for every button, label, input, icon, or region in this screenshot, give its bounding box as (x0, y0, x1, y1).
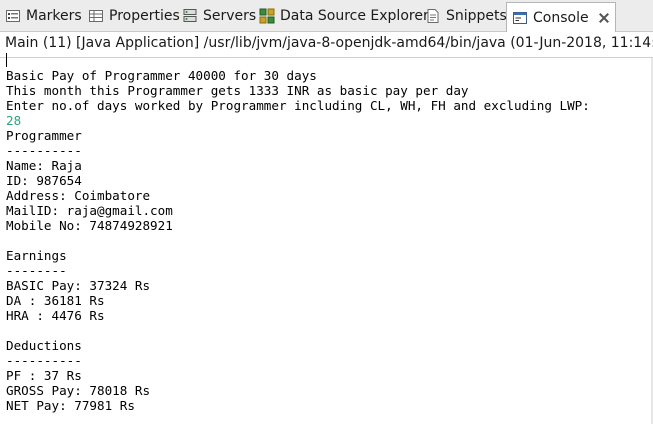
console-icon (512, 10, 528, 26)
close-icon[interactable] (599, 13, 609, 23)
console-line: ID: 987654 (6, 173, 82, 188)
tab-label: Markers (26, 8, 82, 24)
console-line: MailID: raja@gmail.com (6, 203, 173, 218)
console-line: ---------- (6, 353, 82, 368)
properties-icon (88, 8, 104, 24)
console-line: Programmer (6, 128, 82, 143)
tab-label: Snippets (446, 8, 507, 24)
tab-console[interactable]: Console (506, 2, 616, 32)
tab-label: Console (533, 9, 589, 26)
console-line: Mobile No: 74874928921 (6, 218, 173, 233)
console-line: GROSS Pay: 78018 Rs (6, 383, 151, 398)
tab-label: Data Source Explorer (280, 8, 429, 24)
console-user-input: 28 (6, 113, 22, 128)
snippets-icon (425, 8, 441, 24)
console-line: Deductions (6, 338, 82, 353)
text-caret (6, 53, 7, 67)
console-output[interactable]: Basic Pay of Programmer 40000 for 30 day… (6, 53, 646, 413)
tab-label: Properties (109, 8, 180, 24)
console-line: Basic Pay of Programmer 40000 for 30 day… (6, 68, 317, 83)
data-source-explorer-icon (259, 8, 275, 24)
console-line: DA : 36181 Rs (6, 293, 105, 308)
console-line: Earnings (6, 248, 67, 263)
console-line: This month this Programmer gets 1333 INR… (6, 83, 469, 98)
console-line: BASIC Pay: 37324 Rs (6, 278, 151, 293)
tab-servers[interactable]: Servers (182, 2, 256, 30)
console-line: Address: Coimbatore (6, 188, 151, 203)
servers-icon (182, 8, 198, 24)
console-line: HRA : 4476 Rs (6, 308, 105, 323)
console-line: -------- (6, 263, 67, 278)
tab-markers[interactable]: Markers (5, 2, 82, 30)
console-line: Name: Raja (6, 158, 82, 173)
console-caret-line (6, 53, 646, 68)
tab-snippets[interactable]: Snippets (425, 2, 507, 30)
console-line: Enter no.of days worked by Programmer in… (6, 98, 590, 113)
console-line: PF : 37 Rs (6, 368, 82, 383)
markers-icon (5, 8, 21, 24)
console-line: ---------- (6, 143, 82, 158)
tab-properties[interactable]: Properties (88, 2, 180, 30)
view-tab-bar: Markers Properties Servers Data Source E… (0, 0, 653, 32)
tab-data-source-explorer[interactable]: Data Source Explorer (259, 2, 429, 30)
console-line: NET Pay: 77981 Rs (6, 398, 135, 413)
tab-label: Servers (203, 8, 257, 24)
